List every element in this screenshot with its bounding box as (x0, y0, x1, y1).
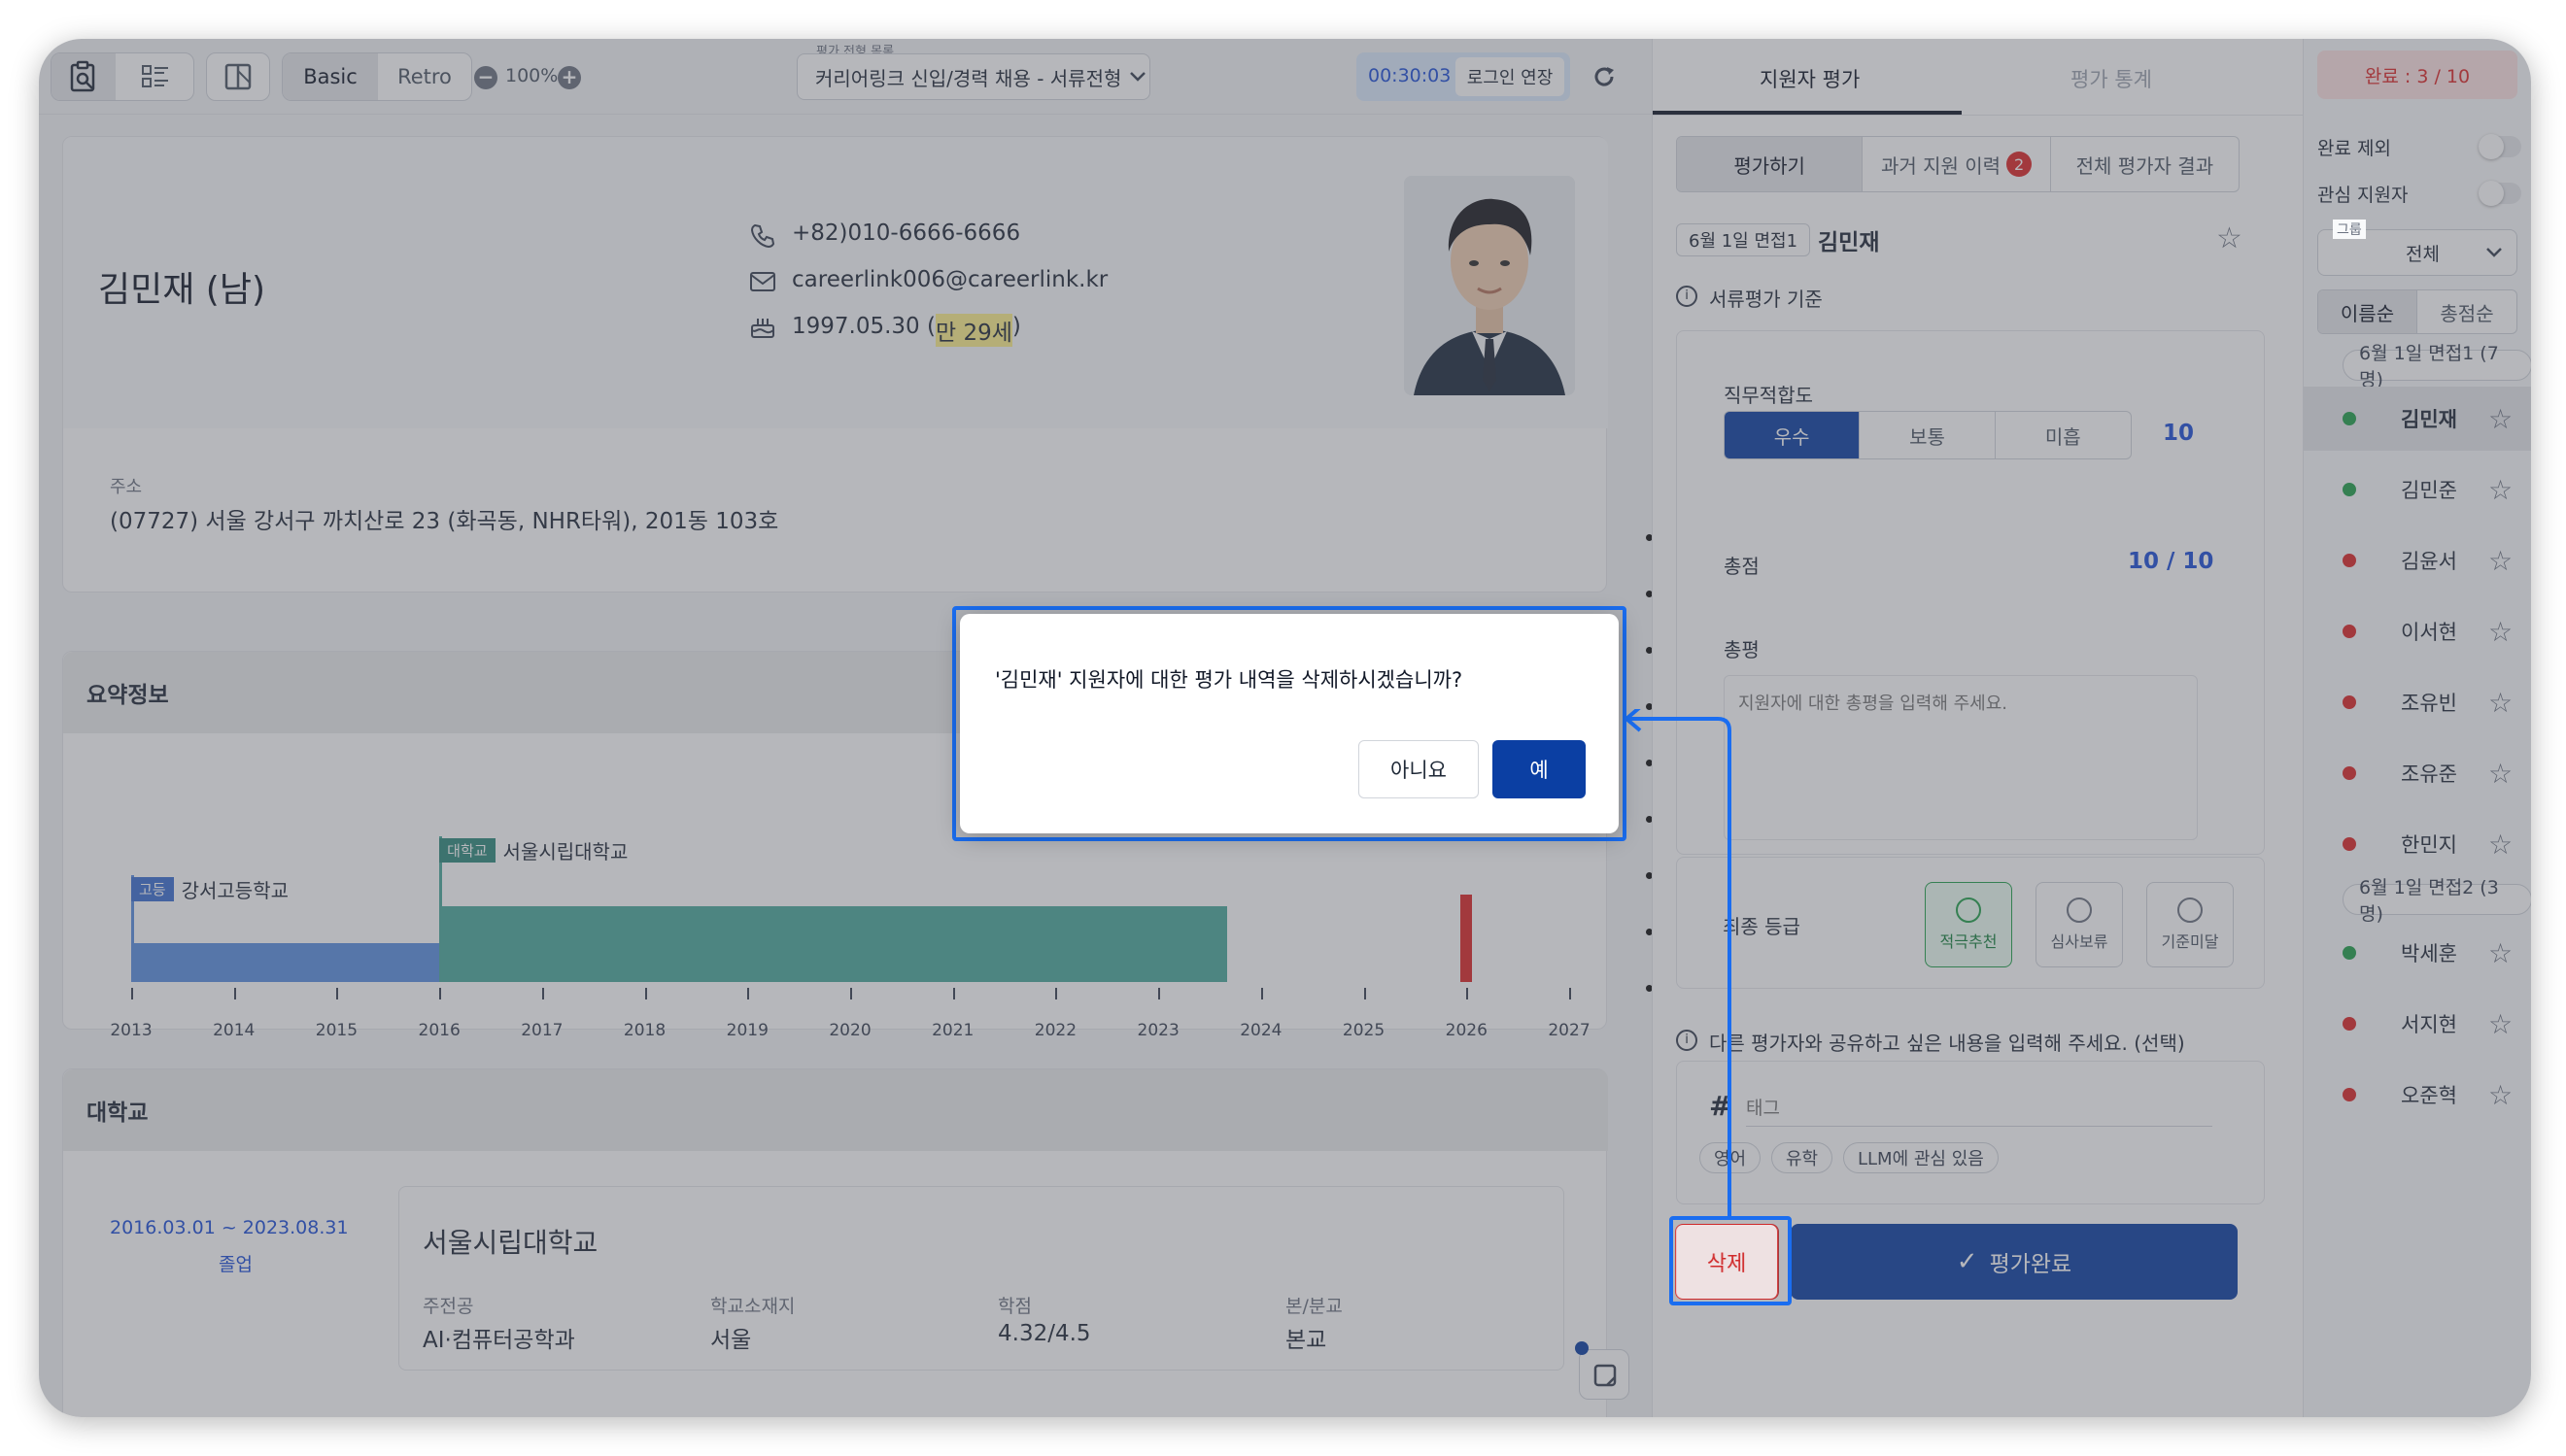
confirm-dialog: '김민재' 지원자에 대한 평가 내역을 삭제하시겠습니까? 아니요 예 (960, 614, 1619, 833)
dialog-no-button[interactable]: 아니요 (1358, 740, 1479, 798)
delete-button-highlighted[interactable]: 삭제 (1675, 1224, 1778, 1300)
dialog-yes-button[interactable]: 예 (1492, 740, 1586, 798)
app-window: Basic Retro − 100% + 평가 전형 목록 커리어링크 신입/경… (39, 39, 2531, 1417)
annotation-arrow-icon (1623, 709, 1731, 1216)
dialog-message: '김민재' 지원자에 대한 평가 내역을 삭제하시겠습니까? (995, 668, 1463, 692)
group-caption: 그룹 (2333, 220, 2366, 239)
